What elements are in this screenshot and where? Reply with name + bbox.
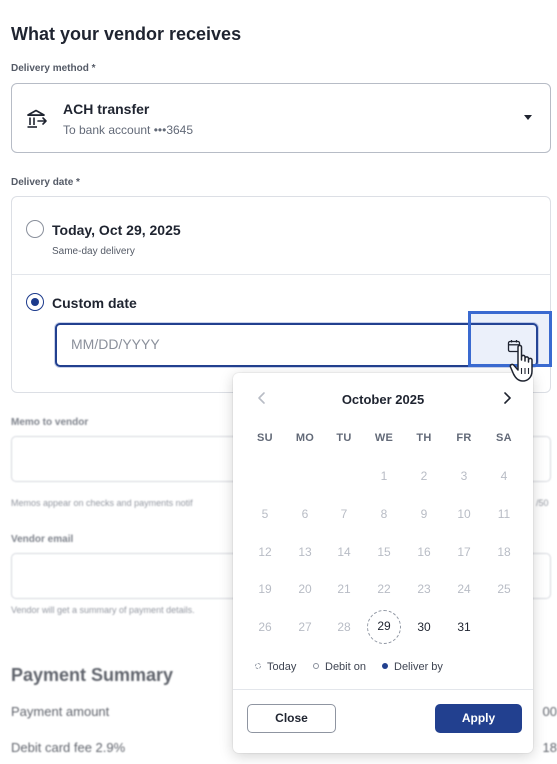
calendar-day: 24 [457,582,471,596]
option-today-subtitle: Same-day delivery [52,246,135,257]
custom-date-field[interactable] [55,323,538,367]
summary-row-label: Payment amount [11,704,110,719]
weekday-label: WE [374,432,394,444]
weekday-label: SA [496,432,512,444]
calendar-day[interactable]: 30 [407,610,441,644]
legend-label: Today [267,661,297,673]
calendar-day: 14 [337,545,351,559]
calendar-day: 10 [457,507,471,521]
divider [12,274,550,275]
memo-hint: Memos appear on checks and payments noti… [11,498,193,508]
calendar-popup: October 2025 SU MO TU WE TH FR SA 1 2 3 4 5 6 7 8 9 10 1… [233,373,533,753]
weekday-label: SU [257,432,273,444]
payment-summary-title: Payment Summary [11,665,174,685]
memo-counter: /50 [536,498,549,508]
legend-item: Deliver by [382,661,443,673]
weekday-label: MO [295,432,315,444]
calendar-day: 26 [258,620,272,634]
summary-row-value: 00 [542,704,557,719]
legend-item: Today [255,661,296,673]
legend-marker-icon [313,663,319,669]
option-custom-title[interactable]: Custom date [52,295,137,311]
calendar-day: 15 [377,545,391,559]
custom-date-input[interactable] [71,336,451,352]
hand-pointer-icon [509,344,533,382]
summary-row-value: 18 [542,740,557,755]
section-title: What your vendor receives [11,24,242,44]
calendar-day: 16 [417,545,431,559]
calendar-day: 23 [417,582,431,596]
calendar-day: 6 [301,507,309,521]
delivery-date-label: Delivery date * [11,177,80,188]
memo-label: Memo to vendor [11,417,89,428]
calendar-day-today[interactable]: 29 [367,610,401,644]
page: What your vendor receives Delivery metho… [0,0,557,764]
calendar-day: 1 [380,469,388,483]
legend-label: Deliver by [394,661,443,673]
weekday-label: TH [416,432,432,444]
calendar-day: 17 [457,545,471,559]
calendar-day: 19 [258,582,272,596]
vendor-email-hint: Vendor will get a summary of payment det… [11,605,195,615]
vendor-email-label: Vendor email [11,534,74,545]
close-button[interactable]: Close [247,704,336,733]
calendar-day: 3 [460,469,468,483]
delivery-method-subtitle: To bank account •••3645 [63,123,194,137]
calendar-day: 9 [420,507,428,521]
calendar-day: 4 [500,469,508,483]
calendar-day: 12 [258,545,272,559]
calendar-day[interactable]: 31 [447,610,481,644]
calendar-day: 27 [298,620,312,634]
calendar-day: 25 [497,582,511,596]
calendar-day: 21 [337,582,351,596]
chevron-right-icon[interactable] [500,391,514,405]
legend-marker-icon [255,663,261,669]
option-today-title[interactable]: Today, Oct 29, 2025 [52,222,181,238]
delivery-method-select[interactable]: ACH transfer To bank account •••3645 [11,83,551,153]
calendar-footer-divider [233,689,533,690]
legend-item: Debit on [313,661,366,673]
summary-row-label: Debit card fee 2.9% [11,740,126,755]
calendar-day: 7 [340,507,348,521]
calendar-day: 28 [337,620,351,634]
chevron-down-icon[interactable] [524,115,532,120]
calendar-day: 8 [380,507,388,521]
calendar-day: 20 [298,582,312,596]
calendar-day: 2 [420,469,428,483]
calendar-day: 13 [298,545,312,559]
legend-label: Debit on [325,661,366,673]
legend-marker-icon [382,663,388,669]
calendar-day: 5 [261,507,269,521]
delivery-method-label: Delivery method * [11,63,96,74]
weekday-label: TU [336,432,352,444]
calendar-month-label: October 2025 [341,392,425,407]
bank-transfer-icon [27,109,47,128]
radio-today[interactable] [26,220,44,238]
calendar-day: 18 [497,545,511,559]
weekday-label: FR [456,432,472,444]
calendar-day: 11 [497,507,511,521]
apply-button[interactable]: Apply [435,704,522,733]
radio-custom-date[interactable] [26,293,44,311]
delivery-method-title: ACH transfer [63,101,150,117]
calendar-day: 22 [377,582,391,596]
